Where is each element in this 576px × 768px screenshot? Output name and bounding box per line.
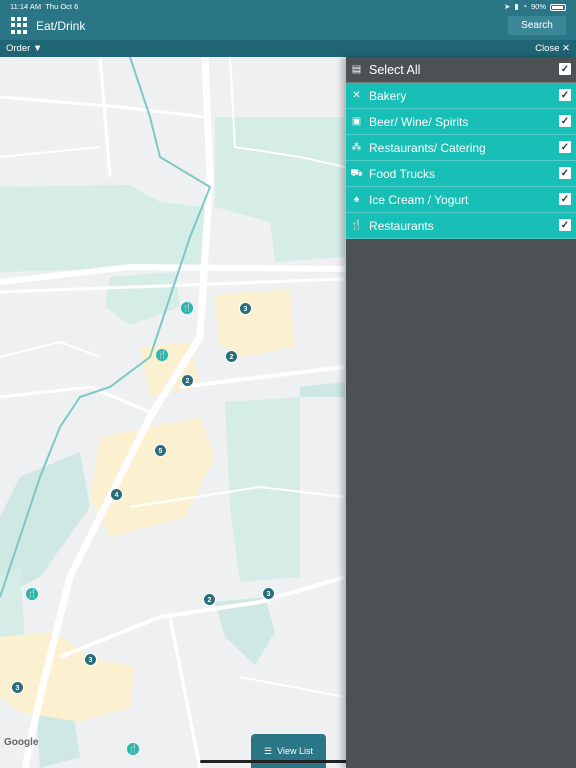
filter-row-food-trucks[interactable]: ⛟ Food Trucks ✓ <box>346 161 576 187</box>
filter-checkbox[interactable]: ✓ <box>559 115 571 127</box>
page-title: Eat/Drink <box>36 19 86 33</box>
filter-checkbox[interactable]: ✓ <box>559 167 571 179</box>
select-all-checkbox[interactable]: ✓ <box>559 63 571 75</box>
ice-cream-icon: ♠ <box>353 194 360 205</box>
filter-checkbox[interactable]: ✓ <box>559 89 571 101</box>
cluster-marker[interactable]: 3 <box>11 681 24 694</box>
list-icon: ☰ <box>264 745 273 756</box>
filter-row-catering[interactable]: ⁂ Restaurants/ Catering ✓ <box>346 135 576 161</box>
cluster-marker[interactable]: 4 <box>110 488 123 501</box>
select-all-label: Select All <box>369 62 421 77</box>
filter-panel: ▤ Select All ✓ ✕ Bakery ✓ ▣ Beer/ Wine/ … <box>346 57 576 768</box>
cluster-marker[interactable]: 5 <box>154 444 167 457</box>
filter-label: Ice Cream / Yogurt <box>369 192 469 207</box>
cluster-marker[interactable]: 2 <box>203 593 216 606</box>
apps-grid-icon[interactable] <box>11 17 28 34</box>
filter-checkbox[interactable]: ✓ <box>559 141 571 153</box>
filter-row-beer[interactable]: ▣ Beer/ Wine/ Spirits ✓ <box>346 109 576 135</box>
fork-knife-icon[interactable]: 🍴 <box>181 302 193 314</box>
cluster-marker[interactable]: 3 <box>262 587 275 600</box>
status-time: 11:14 AM Thu Oct 6 <box>10 2 79 11</box>
cluster-marker[interactable]: 3 <box>239 302 252 315</box>
filter-row-bakery[interactable]: ✕ Bakery ✓ <box>346 83 576 109</box>
status-right: ➤ ▮ ◔ 90% <box>504 0 566 14</box>
status-bar: 11:14 AM Thu Oct 6 ➤ ▮ ◔ 90% <box>0 0 576 14</box>
signal-icon: ▮ <box>514 2 519 11</box>
truck-icon: ⛟ <box>350 168 363 179</box>
cluster-marker[interactable]: 3 <box>84 653 97 666</box>
toolbar: Order ▼ Close ✕ <box>0 40 576 57</box>
close-button[interactable]: Close ✕ <box>535 40 570 57</box>
filter-checkbox[interactable]: ✓ <box>559 219 571 231</box>
cluster-marker[interactable]: 2 <box>181 374 194 387</box>
filter-row-restaurants[interactable]: 🍴 Restaurants ✓ <box>346 213 576 239</box>
beer-icon: ▣ <box>351 116 362 127</box>
fork-knife-icon: 🍴 <box>350 220 363 231</box>
filter-row-ice-cream[interactable]: ♠ Ice Cream / Yogurt ✓ <box>346 187 576 213</box>
filter-label: Bakery <box>369 88 407 103</box>
select-all-row[interactable]: ▤ Select All ✓ <box>346 57 576 83</box>
filter-label: Restaurants <box>369 218 434 233</box>
app-header: 11:14 AM Thu Oct 6 ➤ ▮ ◔ 90% Eat/Drink S… <box>0 0 576 40</box>
filter-checkbox[interactable]: ✓ <box>559 193 571 205</box>
catering-icon: ⁂ <box>351 142 362 153</box>
order-dropdown[interactable]: Order ▼ <box>6 40 42 57</box>
wifi-icon: ◔ <box>522 2 527 11</box>
fork-knife-icon[interactable]: 🍴 <box>156 349 168 361</box>
google-logo: Google <box>4 737 39 748</box>
location-icon: ➤ <box>504 2 511 11</box>
fork-knife-icon[interactable]: 🍴 <box>127 743 139 755</box>
battery-icon <box>550 3 566 11</box>
list-icon: ▤ <box>351 64 362 75</box>
filter-label: Restaurants/ Catering <box>369 140 486 155</box>
filter-label: Food Trucks <box>369 166 436 181</box>
filter-label: Beer/ Wine/ Spirits <box>369 114 469 129</box>
search-button[interactable]: Search <box>508 16 566 35</box>
bakery-icon: ✕ <box>352 90 361 101</box>
battery-percent: 90% <box>530 2 546 11</box>
cluster-marker[interactable]: 2 <box>225 350 238 363</box>
fork-knife-icon[interactable]: 🍴 <box>26 588 38 600</box>
view-list-label: View List <box>277 746 313 756</box>
